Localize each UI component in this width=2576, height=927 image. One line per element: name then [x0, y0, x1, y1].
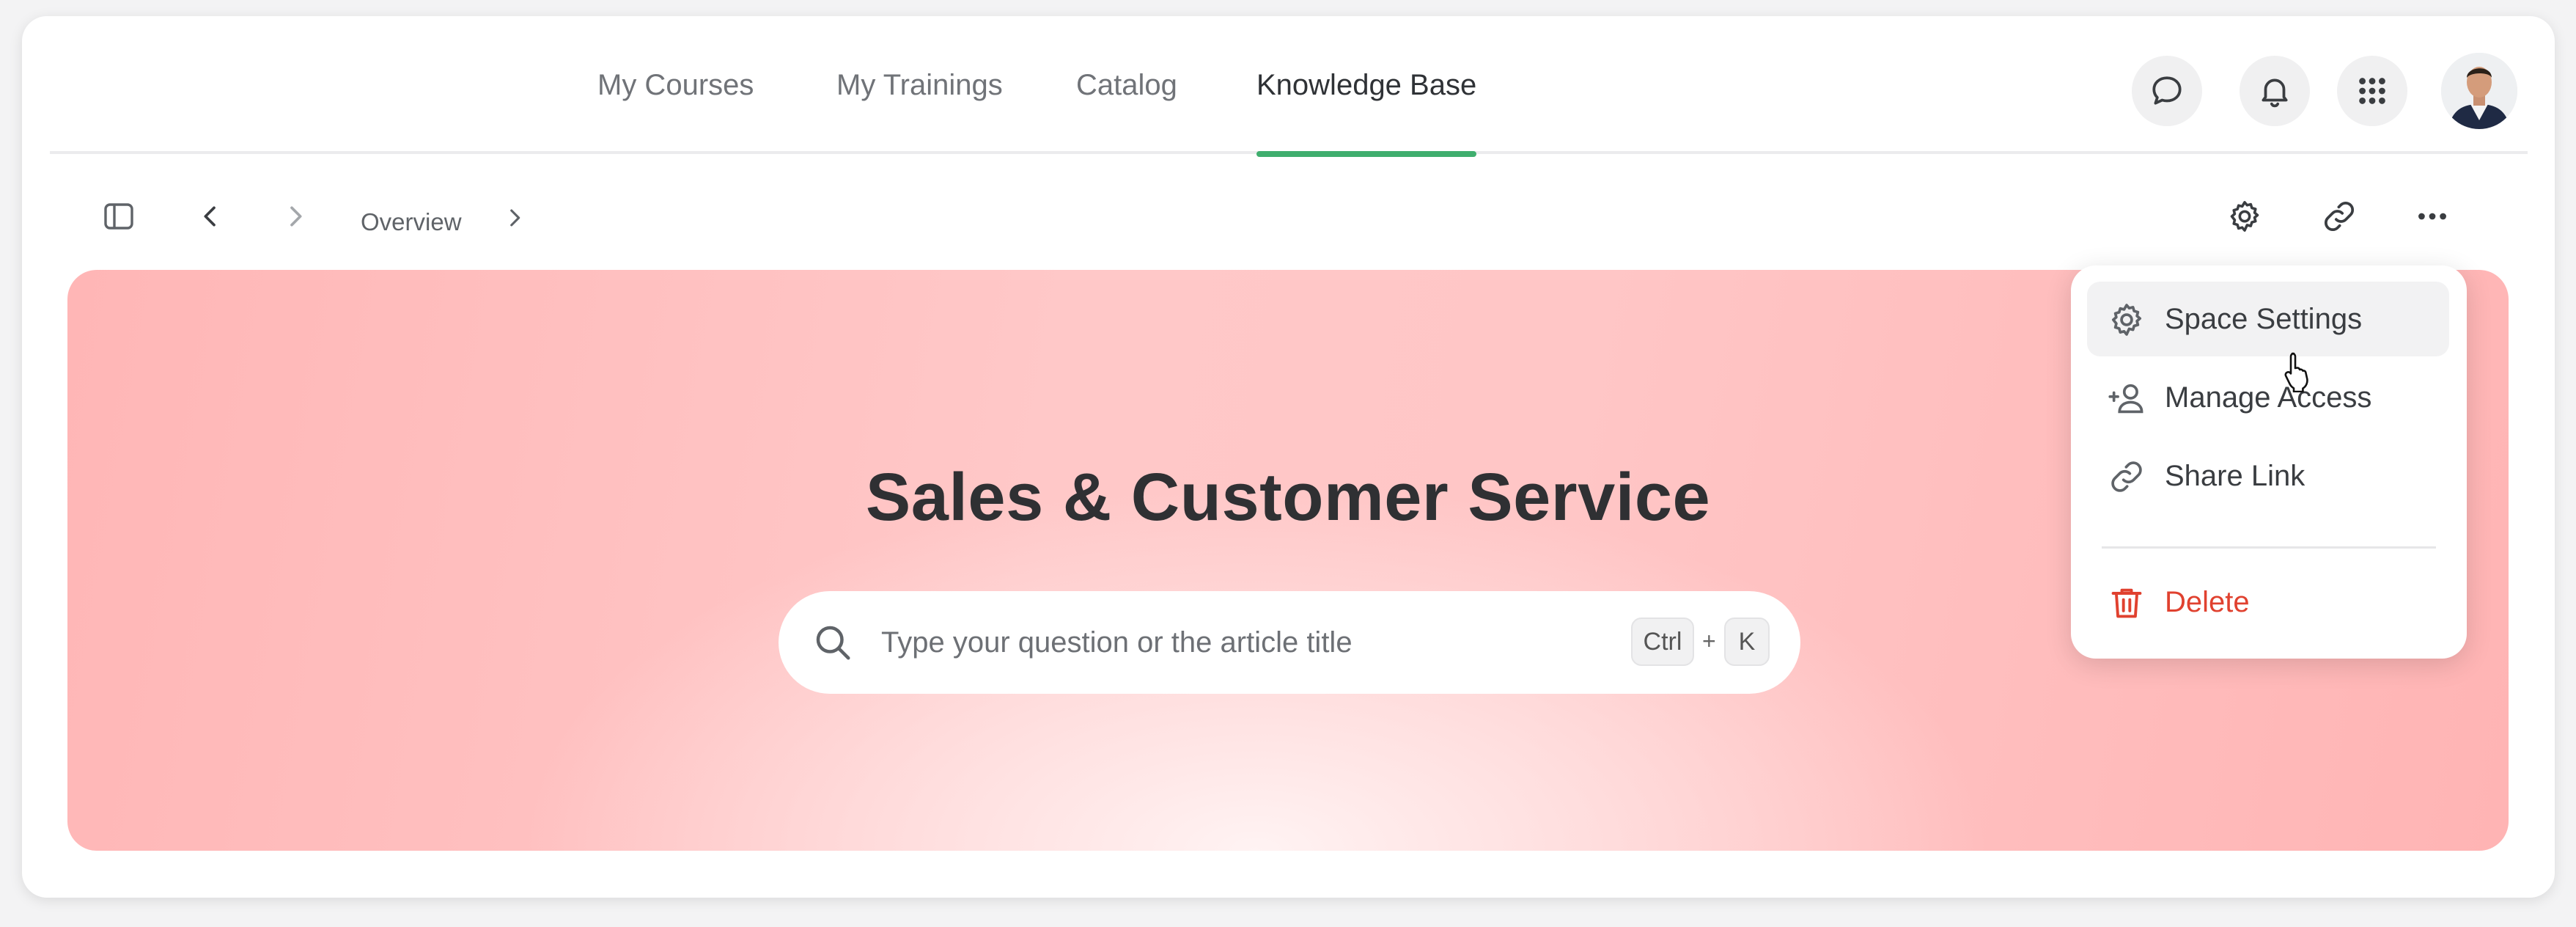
forward-button[interactable]: [270, 191, 321, 242]
sidebar-toggle-icon: [104, 203, 133, 230]
chat-icon: [2152, 76, 2182, 105]
tab-my-trainings[interactable]: My Trainings: [836, 16, 1003, 154]
more-options-button[interactable]: [2407, 191, 2458, 242]
menu-divider: [2102, 546, 2436, 549]
tab-catalog[interactable]: Catalog: [1076, 16, 1177, 154]
trash-icon: [2111, 588, 2142, 618]
chat-button[interactable]: [2132, 56, 2202, 126]
back-button[interactable]: [185, 191, 236, 242]
user-avatar-icon: [2441, 53, 2517, 129]
tab-label: My Trainings: [836, 68, 1003, 101]
tab-my-courses[interactable]: My Courses: [597, 16, 754, 154]
search-bar[interactable]: Ctrl + K: [779, 591, 1800, 694]
notifications-button[interactable]: [2240, 56, 2310, 126]
app-window: My Courses My Trainings Catalog Knowledg…: [22, 16, 2555, 898]
tab-knowledge-base[interactable]: Knowledge Base: [1256, 16, 1477, 157]
link-icon: [2111, 461, 2142, 492]
tab-label: Knowledge Base: [1256, 68, 1477, 101]
search-icon: [816, 626, 850, 660]
bell-icon: [2262, 78, 2288, 108]
link-icon: [2324, 201, 2355, 232]
menu-item-label: Space Settings: [2165, 302, 2363, 335]
tab-label: Catalog: [1076, 68, 1177, 101]
menu-item-label: Manage Access: [2165, 381, 2372, 414]
active-tab-indicator: [1256, 151, 1477, 157]
menu-item-manage-access[interactable]: Manage Access: [2087, 360, 2449, 435]
menu-item-label: Delete: [2165, 585, 2250, 618]
avatar[interactable]: [2441, 53, 2517, 129]
shortcut-key-k: K: [1724, 618, 1770, 666]
search-input[interactable]: [881, 613, 1614, 672]
breadcrumb-chevron: [489, 192, 540, 243]
tab-label: My Courses: [597, 68, 754, 101]
hand-cursor-icon: [2284, 352, 2308, 392]
breadcrumb-overview[interactable]: Overview: [361, 208, 462, 235]
forward-icon: [290, 206, 302, 227]
more-icon: [2418, 213, 2446, 220]
chevron-right-icon: [510, 209, 520, 227]
gear-icon: [2230, 201, 2259, 232]
breadcrumb[interactable]: Overview: [361, 208, 462, 236]
menu-item-delete[interactable]: Delete: [2087, 565, 2449, 640]
menu-item-space-settings[interactable]: Space Settings: [2087, 282, 2449, 356]
sidebar-toggle-button[interactable]: [93, 191, 144, 242]
settings-button[interactable]: [2219, 191, 2270, 242]
shortcut-plus: +: [1702, 628, 1716, 654]
copy-link-button[interactable]: [2314, 191, 2365, 242]
back-icon: [204, 206, 216, 227]
add-user-icon: [2108, 384, 2143, 414]
more-options-menu: Space Settings Manage Access Share Link: [2071, 265, 2467, 659]
gear-icon: [2111, 304, 2142, 336]
top-navigation: My Courses My Trainings Catalog Knowledg…: [50, 16, 2528, 157]
apps-grid-icon: [2359, 78, 2385, 104]
menu-item-share-link[interactable]: Share Link: [2087, 439, 2449, 513]
menu-item-label: Share Link: [2165, 459, 2305, 492]
shortcut-key-ctrl: Ctrl: [1631, 618, 1694, 666]
apps-button[interactable]: [2337, 56, 2407, 126]
